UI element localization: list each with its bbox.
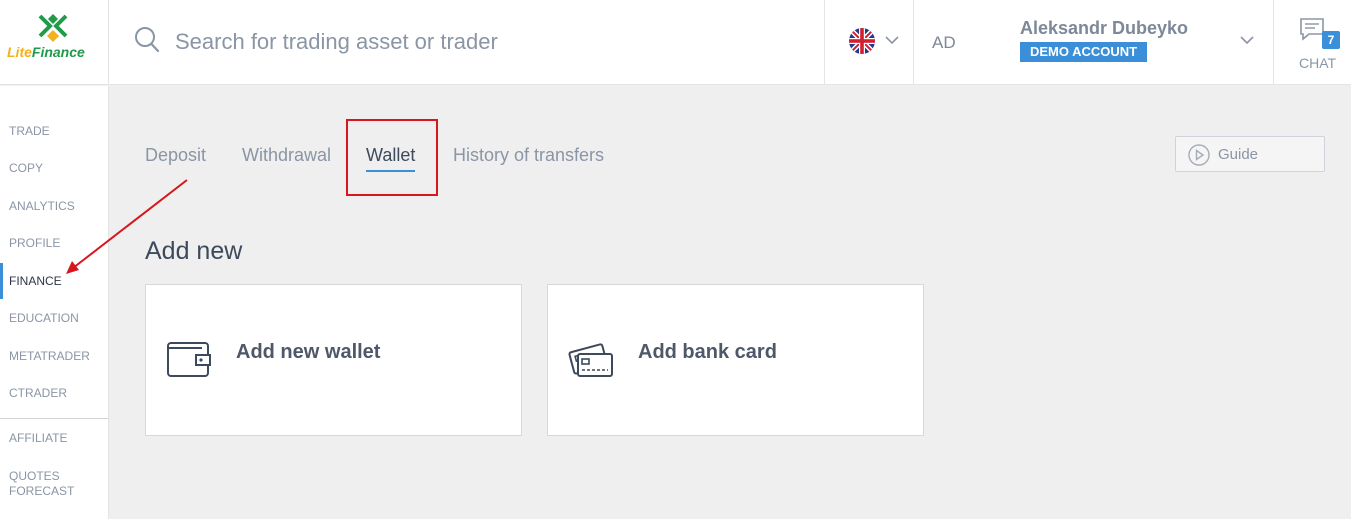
add-new-wallet-label: Add new wallet bbox=[236, 341, 381, 363]
sidebar-item-profile[interactable]: PROFILE bbox=[9, 236, 104, 251]
sidebar-item-trade[interactable]: TRADE bbox=[9, 124, 104, 139]
account-type-badge: DEMO ACCOUNT bbox=[1020, 42, 1148, 62]
user-initials: AD bbox=[932, 33, 956, 52]
chat-button[interactable]: 7 CHAT bbox=[1275, 0, 1351, 85]
section-title: Add new bbox=[145, 237, 243, 265]
add-bank-card-label: Add bank card bbox=[638, 341, 777, 363]
add-new-wallet-card[interactable]: Add new wallet bbox=[145, 284, 522, 436]
sidebar-item-finance[interactable]: FINANCE bbox=[9, 274, 104, 289]
sidebar-item-copy[interactable]: COPY bbox=[9, 161, 104, 176]
tab-history-of-transfers[interactable]: History of transfers bbox=[453, 145, 604, 166]
chevron-down-icon bbox=[885, 36, 899, 45]
chat-count-badge: 7 bbox=[1322, 31, 1340, 49]
litefinance-logo-icon bbox=[38, 14, 68, 42]
search-bar bbox=[109, 0, 825, 85]
chat-label: CHAT bbox=[1299, 55, 1337, 71]
logo[interactable]: LiteFinance bbox=[0, 0, 109, 85]
annotation-highlight-box bbox=[346, 119, 438, 196]
bank-card-icon bbox=[568, 343, 613, 377]
sidebar-item-analytics[interactable]: ANALYTICS bbox=[9, 199, 104, 214]
search-input[interactable] bbox=[175, 24, 795, 60]
chevron-down-icon bbox=[1240, 36, 1254, 45]
user-menu[interactable]: AD Aleksandr Dubeyko DEMO ACCOUNT bbox=[914, 0, 1274, 85]
uk-flag-icon bbox=[849, 28, 875, 54]
add-bank-card-card[interactable]: Add bank card bbox=[547, 284, 924, 436]
sidebar: TRADE COPY ANALYTICS PROFILE FINANCE EDU… bbox=[0, 86, 109, 519]
guide-label: Guide bbox=[1218, 146, 1259, 163]
tab-withdrawal[interactable]: Withdrawal bbox=[242, 145, 331, 166]
logo-text: LiteFinance bbox=[7, 44, 85, 60]
sidebar-item-affiliate[interactable]: AFFILIATE bbox=[9, 431, 104, 446]
logo-text-finance: Finance bbox=[31, 44, 85, 60]
top-header: LiteFinance AD Aleksandr Dubeyk bbox=[0, 0, 1351, 85]
guide-button[interactable]: Guide bbox=[1175, 136, 1325, 172]
active-indicator bbox=[0, 263, 3, 299]
sidebar-item-quotes-forecast[interactable]: QUOTES FORECAST bbox=[9, 469, 89, 499]
wallet-icon bbox=[167, 342, 211, 377]
tab-deposit[interactable]: Deposit bbox=[145, 145, 206, 166]
sidebar-item-education[interactable]: EDUCATION bbox=[9, 311, 104, 326]
sidebar-divider bbox=[0, 418, 109, 419]
user-name: Aleksandr Dubeyko bbox=[1020, 18, 1189, 38]
play-icon bbox=[1188, 144, 1210, 166]
language-selector[interactable] bbox=[825, 0, 914, 85]
logo-text-lite: Lite bbox=[7, 44, 32, 60]
sidebar-item-ctrader[interactable]: CTRADER bbox=[9, 386, 104, 401]
search-icon[interactable] bbox=[134, 26, 160, 54]
sidebar-item-metatrader[interactable]: METATRADER bbox=[9, 349, 104, 364]
